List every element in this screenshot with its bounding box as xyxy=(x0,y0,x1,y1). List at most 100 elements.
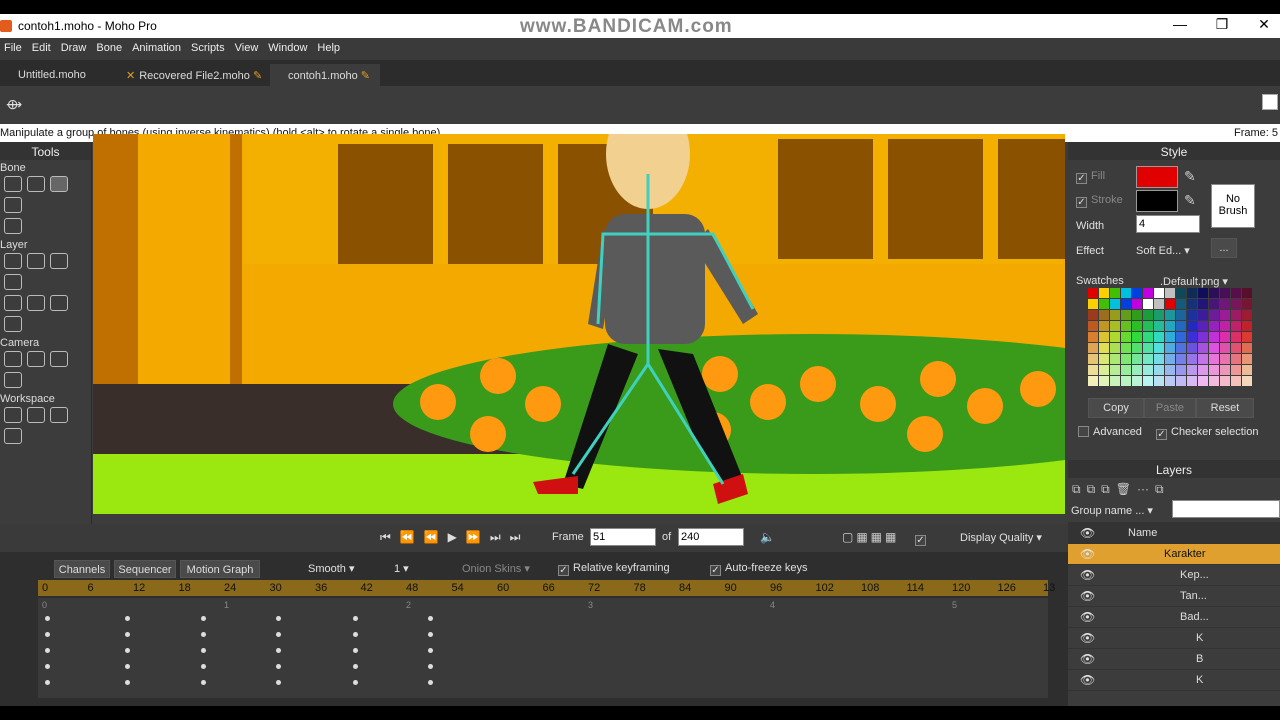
keyframe[interactable] xyxy=(276,632,281,637)
tab-motion-graph[interactable]: Motion Graph xyxy=(180,560,260,578)
palette-swatch[interactable] xyxy=(1154,365,1164,375)
eye-icon[interactable]: 👁 xyxy=(1080,652,1095,666)
eye-icon[interactable]: 👁 xyxy=(1080,589,1095,603)
bone-tool-icon[interactable]: ⟴ xyxy=(6,96,22,113)
keyframe[interactable] xyxy=(353,664,358,669)
palette-swatch[interactable] xyxy=(1187,365,1197,375)
palette-swatch[interactable] xyxy=(1198,310,1208,320)
keyframe[interactable] xyxy=(125,648,130,653)
menu-window[interactable]: Window xyxy=(264,38,313,54)
layer-row[interactable]: 👁 K xyxy=(1068,670,1280,691)
palette-swatch[interactable] xyxy=(1154,310,1164,320)
palette-swatch[interactable] xyxy=(1220,354,1230,364)
layer-toolbar-icons[interactable]: ⧉⧉⧉🗑⋯⧉ xyxy=(1072,482,1170,497)
orbit-icon[interactable] xyxy=(4,428,22,444)
keyframe[interactable] xyxy=(353,680,358,685)
keyframe[interactable] xyxy=(201,664,206,669)
advanced-checkbox[interactable]: Advanced xyxy=(1078,426,1142,438)
palette-swatch[interactable] xyxy=(1088,354,1098,364)
reparent-bone-icon[interactable] xyxy=(4,218,22,234)
text-tool-icon[interactable] xyxy=(50,295,68,311)
rotate-layer-icon[interactable] xyxy=(50,253,68,269)
palette-swatch[interactable] xyxy=(1088,321,1098,331)
palette-swatch[interactable] xyxy=(1110,321,1120,331)
fill-checkbox[interactable]: ✓ Fill xyxy=(1076,170,1105,184)
palette-swatch[interactable] xyxy=(1242,365,1252,375)
palette-swatch[interactable] xyxy=(1165,299,1175,309)
scene-canvas[interactable] xyxy=(93,134,1065,514)
palette-swatch[interactable] xyxy=(1154,299,1164,309)
palette-swatch[interactable] xyxy=(1121,376,1131,386)
palette-swatch[interactable] xyxy=(1198,376,1208,386)
eye-icon[interactable]: 👁 xyxy=(1080,673,1095,687)
select-bone-icon[interactable] xyxy=(4,176,22,192)
keyframe[interactable] xyxy=(201,680,206,685)
eye-icon[interactable]: 👁 xyxy=(1080,610,1095,624)
eye-icon[interactable]: 👁 xyxy=(1080,568,1095,582)
palette-swatch[interactable] xyxy=(1143,343,1153,353)
keyframe[interactable] xyxy=(428,632,433,637)
layer-row[interactable]: 👁 Tan... xyxy=(1068,586,1280,607)
palette-swatch[interactable] xyxy=(1231,365,1241,375)
keyframe[interactable] xyxy=(125,680,130,685)
keyframe[interactable] xyxy=(125,616,130,621)
palette-swatch[interactable] xyxy=(1088,288,1098,298)
tab-channels[interactable]: Channels xyxy=(54,560,110,578)
palette-swatch[interactable] xyxy=(1110,376,1120,386)
palette-swatch[interactable] xyxy=(1220,321,1230,331)
eye-icon[interactable]: 👁 xyxy=(1080,631,1095,645)
palette-swatch[interactable] xyxy=(1176,310,1186,320)
keyframe[interactable] xyxy=(276,648,281,653)
palette-swatch[interactable] xyxy=(1110,354,1120,364)
maximize-button[interactable]: ❐ xyxy=(1202,16,1242,36)
layer-search-input[interactable] xyxy=(1172,500,1280,518)
total-frames-input[interactable] xyxy=(678,528,744,546)
palette-swatch[interactable] xyxy=(1176,288,1186,298)
palette-swatch[interactable] xyxy=(1088,376,1098,386)
palette-swatch[interactable] xyxy=(1121,343,1131,353)
palette-swatch[interactable] xyxy=(1198,299,1208,309)
palette-swatch[interactable] xyxy=(1231,343,1241,353)
palette-swatch[interactable] xyxy=(1132,365,1142,375)
keyframe[interactable] xyxy=(276,616,281,621)
palette-swatch[interactable] xyxy=(1154,376,1164,386)
palette-swatch[interactable] xyxy=(1242,321,1252,331)
interpolation-select[interactable]: Smooth ▾ xyxy=(308,562,355,575)
add-bone-icon[interactable] xyxy=(4,197,22,213)
tab-untitled[interactable]: Untitled.moho xyxy=(0,64,96,86)
keyframe[interactable] xyxy=(428,648,433,653)
palette-swatch[interactable] xyxy=(1132,299,1142,309)
hand-icon[interactable] xyxy=(4,407,22,423)
palette-swatch[interactable] xyxy=(1143,354,1153,364)
translate-bone-icon[interactable] xyxy=(27,176,45,192)
eye-icon[interactable]: 👁 xyxy=(1080,547,1095,561)
palette-swatch[interactable] xyxy=(1209,299,1219,309)
palette-swatch[interactable] xyxy=(1143,376,1153,386)
layer-row[interactable]: 👁 K xyxy=(1068,628,1280,649)
keyframe[interactable] xyxy=(428,680,433,685)
palette-swatch[interactable] xyxy=(1165,321,1175,331)
palette-swatch[interactable] xyxy=(1165,343,1175,353)
quality-checkbox[interactable]: ✓ xyxy=(915,530,930,546)
eyedropper-icon[interactable]: ✎ xyxy=(1184,192,1196,209)
palette-swatch[interactable] xyxy=(1099,332,1109,342)
palette-swatch[interactable] xyxy=(1242,288,1252,298)
frame-input[interactable] xyxy=(590,528,656,546)
palette-swatch[interactable] xyxy=(1099,343,1109,353)
palette-swatch[interactable] xyxy=(1198,288,1208,298)
palette-swatch[interactable] xyxy=(1110,310,1120,320)
palette-swatch[interactable] xyxy=(1132,310,1142,320)
palette-swatch[interactable] xyxy=(1198,343,1208,353)
palette-swatch[interactable] xyxy=(1165,310,1175,320)
keyframe[interactable] xyxy=(276,680,281,685)
keyframe[interactable] xyxy=(353,616,358,621)
palette-swatch[interactable] xyxy=(1143,288,1153,298)
tab-contoh1[interactable]: contoh1.moho ✎ xyxy=(270,64,380,86)
menu-file[interactable]: File xyxy=(0,38,28,54)
palette-swatch[interactable] xyxy=(1242,310,1252,320)
track-camera-icon[interactable] xyxy=(4,351,22,367)
palette-swatch[interactable] xyxy=(1220,343,1230,353)
auto-freeze-checkbox[interactable]: ✓ Auto-freeze keys xyxy=(710,562,808,576)
keyframe[interactable] xyxy=(276,664,281,669)
palette-swatch[interactable] xyxy=(1154,288,1164,298)
